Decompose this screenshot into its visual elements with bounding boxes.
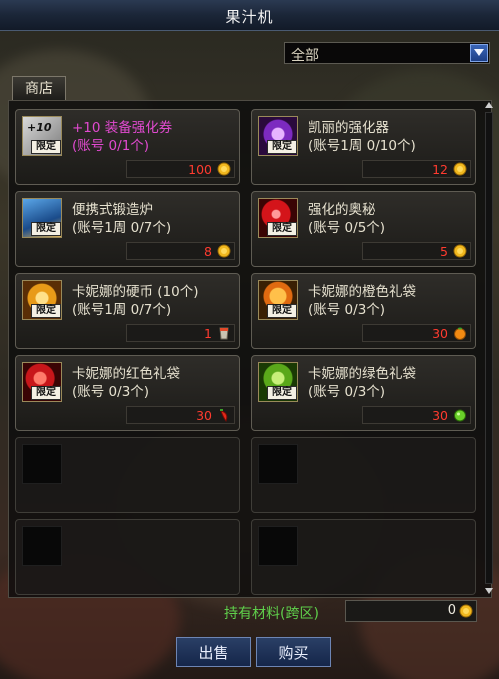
item-limit: (账号 0/5个) (308, 220, 386, 236)
item-price: 8 (204, 244, 212, 259)
price-box: 30 (362, 324, 471, 342)
shop-item-card[interactable]: 限定 凯丽的强化器 (账号1周 0/10个) 12 (251, 109, 476, 185)
price-box: 30 (362, 406, 471, 424)
gold-coin-icon (217, 244, 231, 258)
shop-item-card[interactable]: +10 限定 +10 装备强化券 (账号 0/1个) 100 (15, 109, 240, 185)
gold-coin-icon (453, 244, 467, 258)
limited-badge: 限定 (267, 386, 297, 400)
scroll-up-icon[interactable] (484, 100, 494, 110)
empty-slot-icon (22, 444, 62, 484)
limited-badge: 限定 (31, 140, 61, 154)
limited-badge: 限定 (267, 304, 297, 318)
item-name: 卡妮娜的红色礼袋 (72, 366, 180, 382)
green-bag-icon: 限定 (258, 362, 298, 402)
buy-button[interactable]: 购买 (256, 637, 331, 667)
limited-badge: 限定 (267, 222, 297, 236)
owned-material-value: 0 (447, 603, 456, 618)
limited-badge: 限定 (31, 304, 61, 318)
limited-badge: 限定 (267, 140, 297, 154)
empty-slot (15, 519, 240, 595)
red-orb-icon: 限定 (258, 198, 298, 238)
gold-coin-icon (217, 162, 231, 176)
shop-item-card[interactable]: 限定 卡妮娜的红色礼袋 (账号 0/3个) 30 (15, 355, 240, 431)
scroll-down-icon[interactable] (484, 586, 494, 596)
gold-coin-icon (453, 162, 467, 176)
limited-badge: 限定 (31, 222, 61, 236)
empty-slot-icon (258, 444, 298, 484)
limited-badge: 限定 (31, 386, 61, 400)
item-limit: (账号1周 0/10个) (308, 138, 416, 154)
empty-slot (251, 437, 476, 513)
item-price: 30 (432, 408, 448, 423)
shop-item-card[interactable]: 限定 卡妮娜的绿色礼袋 (账号 0/3个) 30 (251, 355, 476, 431)
cup-icon (219, 327, 229, 340)
red-bag-icon: 限定 (22, 362, 62, 402)
item-price: 5 (440, 244, 448, 259)
item-price: 30 (196, 408, 212, 423)
scrollbar[interactable] (485, 112, 493, 584)
price-box: 12 (362, 160, 471, 178)
item-limit: (账号1周 0/7个) (72, 302, 172, 318)
empty-slot-icon (22, 526, 62, 566)
price-box: 8 (126, 242, 235, 260)
item-name: 卡妮娜的绿色礼袋 (308, 366, 416, 382)
item-limit: (账号 0/3个) (72, 384, 150, 400)
item-price: 12 (432, 162, 448, 177)
green-fruit-icon (454, 409, 466, 422)
item-list-panel: +10 限定 +10 装备强化券 (账号 0/1个) 100 限定 凯丽的强化器… (8, 100, 492, 598)
owned-material-box: 0 (345, 600, 477, 622)
enhance-ticket-icon: +10 限定 (22, 116, 62, 156)
shop-item-card[interactable]: 限定 强化的奥秘 (账号 0/5个) 5 (251, 191, 476, 267)
item-limit: (账号 0/1个) (72, 138, 150, 154)
red-pepper-icon (220, 409, 228, 422)
gold-coin-icon (459, 604, 473, 618)
shop-item-card[interactable]: 限定 便携式锻造炉 (账号1周 0/7个) 8 (15, 191, 240, 267)
shop-item-card[interactable]: 限定 卡妮娜的硬币 (10个) (账号1周 0/7个) 1 (15, 273, 240, 349)
category-filter-value: 全部 (291, 48, 319, 64)
item-name: +10 装备强化券 (72, 120, 173, 136)
owned-material-label: 持有材料(跨区) (224, 606, 319, 622)
purple-orb-icon: 限定 (258, 116, 298, 156)
title-bar[interactable]: 果汁机 (0, 0, 499, 31)
tab-shop[interactable]: 商店 (12, 76, 66, 100)
item-limit: (账号 0/3个) (308, 384, 386, 400)
item-name: 便携式锻造炉 (72, 202, 153, 218)
item-price: 30 (432, 326, 448, 341)
item-name: 凯丽的强化器 (308, 120, 389, 136)
juice-machine-window: 果汁机 全部 商店 +10 限定 +10 装备强化券 (账号 0/1个) 100… (0, 0, 499, 679)
chevron-down-icon[interactable] (470, 44, 488, 62)
forge-icon: 限定 (22, 198, 62, 238)
item-limit: (账号 0/3个) (308, 302, 386, 318)
item-price: 100 (188, 162, 212, 177)
price-box: 30 (126, 406, 235, 424)
empty-slot (15, 437, 240, 513)
orange-fruit-icon (454, 327, 466, 340)
window-title: 果汁机 (225, 8, 274, 26)
coin-icon: 限定 (22, 280, 62, 320)
price-box: 100 (126, 160, 235, 178)
category-filter-select[interactable]: 全部 (284, 42, 490, 64)
item-limit: (账号1周 0/7个) (72, 220, 172, 236)
price-box: 1 (126, 324, 235, 342)
price-box: 5 (362, 242, 471, 260)
item-price: 1 (204, 326, 212, 341)
sell-button[interactable]: 出售 (176, 637, 251, 667)
shop-item-card[interactable]: 限定 卡妮娜的橙色礼袋 (账号 0/3个) 30 (251, 273, 476, 349)
item-name: 卡妮娜的硬币 (10个) (72, 284, 199, 300)
empty-slot (251, 519, 476, 595)
item-name: 卡妮娜的橙色礼袋 (308, 284, 416, 300)
item-name: 强化的奥秘 (308, 202, 376, 218)
orange-bag-icon: 限定 (258, 280, 298, 320)
empty-slot-icon (258, 526, 298, 566)
